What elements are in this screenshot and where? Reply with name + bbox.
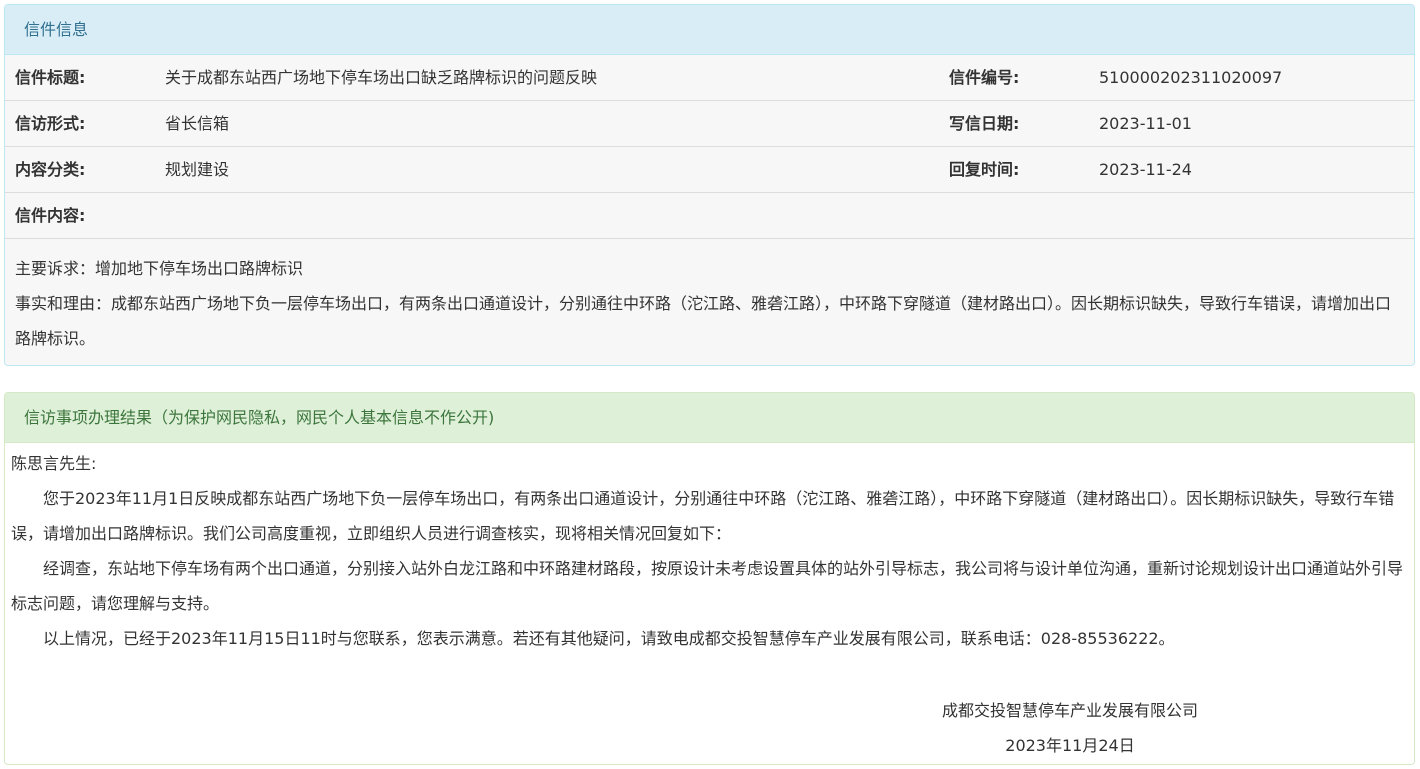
reply-paragraph: 以上情况，已经于2023年11月15日11时与您联系，您表示满意。若还有其他疑问… xyxy=(43,629,1175,648)
reply-time-label: 回复时间: xyxy=(949,160,1020,179)
handling-result-panel: 信访事项办理结果（为保护网民隐私，网民个人基本信息不作公开) 陈思言先生: 您于… xyxy=(4,392,1415,765)
facts-reasons-text: 事实和理由：成都东站西广场地下负一层停车场出口，有两条出口通道设计，分别通往中环… xyxy=(15,294,1392,348)
letter-title-label: 信件标题: xyxy=(15,68,86,87)
signature-organization: 成都交投智慧停车产业发展有限公司 xyxy=(941,701,1198,720)
letter-info-heading: 信件信息 xyxy=(5,5,1414,55)
letter-number-label: 信件编号: xyxy=(949,68,1020,87)
letter-info-panel: 信件信息 信件标题: 关于成都东站西广场地下停车场出口缺乏路牌标识的问题反映 信… xyxy=(4,4,1415,366)
letter-title-value: 关于成都东站西广场地下停车场出口缺乏路牌标识的问题反映 xyxy=(165,68,598,87)
write-date-value: 2023-11-01 xyxy=(1099,114,1192,133)
info-row-content: 信件内容: xyxy=(5,193,1414,239)
reply-paragraph: 您于2023年11月1日反映成都东站西广场地下负一层停车场出口，有两条出口通道设… xyxy=(11,489,1395,543)
letter-number-value: 510000202311020097 xyxy=(1099,68,1283,87)
reply-greeting: 陈思言先生: xyxy=(11,454,97,473)
reply-paragraph: 经调查，东站地下停车场有两个出口通道，分别接入站外白龙江路和中环路建材路段，按原… xyxy=(11,559,1404,613)
content-category-label: 内容分类: xyxy=(15,160,86,179)
reply-body: 陈思言先生: 您于2023年11月1日反映成都东站西广场地下负一层停车场出口，有… xyxy=(5,443,1414,656)
letter-content-body: 主要诉求：增加地下停车场出口路牌标识 事实和理由：成都东站西广场地下负一层停车场… xyxy=(5,239,1414,356)
signature-date: 2023年11月24日 xyxy=(1005,736,1135,755)
info-row-category: 内容分类: 规划建设 回复时间: 2023-11-24 xyxy=(5,147,1414,193)
reply-time-value: 2023-11-24 xyxy=(1099,160,1192,179)
info-row-form: 信访形式: 省长信箱 写信日期: 2023-11-01 xyxy=(5,101,1414,147)
letter-content-label: 信件内容: xyxy=(15,206,86,225)
main-request-text: 主要诉求：增加地下停车场出口路牌标识 xyxy=(15,259,304,278)
handling-result-heading: 信访事项办理结果（为保护网民隐私，网民个人基本信息不作公开) xyxy=(5,393,1414,443)
write-date-label: 写信日期: xyxy=(949,114,1020,133)
petition-form-value: 省长信箱 xyxy=(165,114,230,133)
content-category-value: 规划建设 xyxy=(165,160,230,179)
info-row-title: 信件标题: 关于成都东站西广场地下停车场出口缺乏路牌标识的问题反映 信件编号: … xyxy=(5,55,1414,101)
reply-signature: 成都交投智慧停车产业发展有限公司 2023年11月24日 xyxy=(905,693,1235,763)
petition-form-label: 信访形式: xyxy=(15,114,86,133)
